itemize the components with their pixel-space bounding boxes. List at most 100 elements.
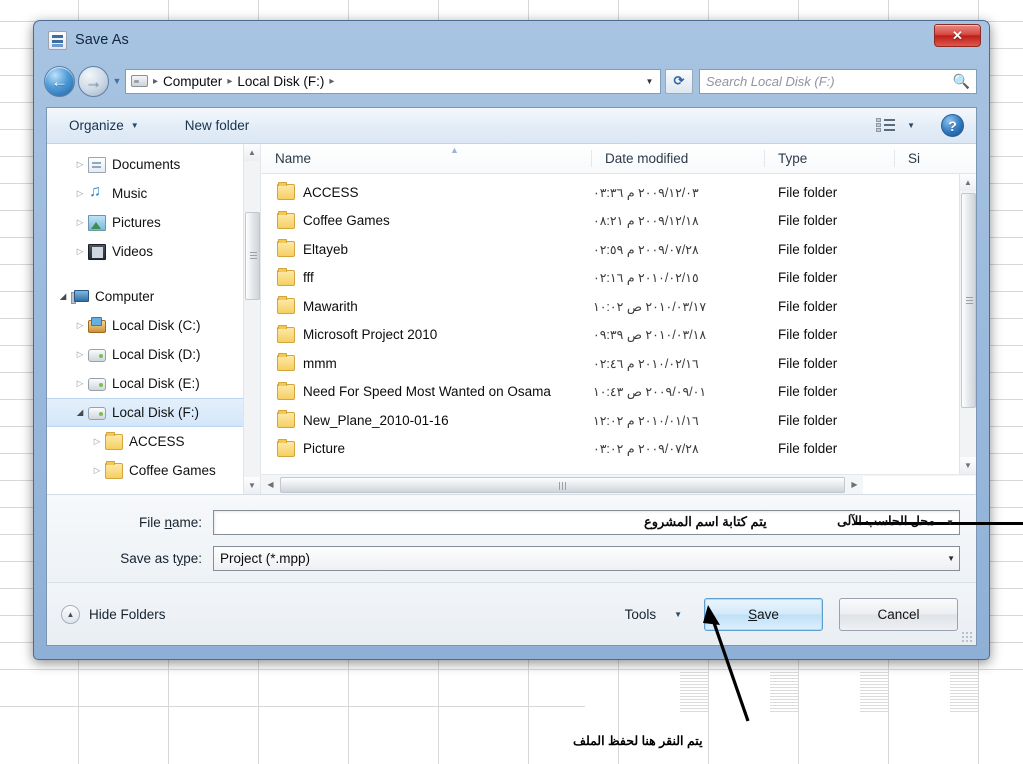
twisty-expanded-icon[interactable]: ◢ (72, 407, 88, 418)
search-input[interactable]: Search Local Disk (F:) 🔍 (699, 68, 977, 94)
file-name-annotation: يتم كتابة اسم المشروع (644, 513, 767, 529)
help-icon[interactable]: ? (941, 114, 964, 137)
column-header-size[interactable]: Si (894, 144, 976, 173)
file-list-row[interactable]: Mawarith ٢٠١٠/٠٣/١٧ ص ١٠:٠٢ File folder (261, 292, 976, 321)
twisty-collapsed-icon[interactable]: ▷ (89, 465, 105, 476)
tools-button[interactable]: Tools ▼ (619, 603, 688, 626)
tree-item-label: Music (112, 186, 148, 201)
file-list-scrollbar[interactable]: ▲ ▼ (959, 174, 976, 474)
hide-folders-button[interactable]: ▲ Hide Folders (61, 604, 166, 624)
dialog-content-panel: Organize ▼ New folder ▼ ? ▷ Documents ▷ … (46, 107, 1023, 646)
search-icon[interactable]: 🔍 (953, 73, 970, 90)
twisty-collapsed-icon[interactable]: ▷ (72, 349, 88, 360)
back-arrow-icon[interactable]: ← (44, 65, 75, 97)
address-bar[interactable]: ▸ Computer ▸ Local Disk (F:) ▸ ▼ (125, 68, 661, 94)
file-list-row[interactable]: Coffee Games ٢٠٠٩/١٢/١٨ م ٠٨:٢١ File folde… (261, 207, 976, 236)
chevron-down-icon[interactable]: ▼ (946, 511, 954, 534)
tree-item-label: Videos (112, 244, 154, 259)
scroll-thumb[interactable] (961, 193, 976, 408)
save-label-post: ave (757, 606, 779, 622)
chevron-down-icon[interactable]: ▼ (109, 76, 125, 86)
tree-item-videos[interactable]: ▷ Videos (47, 237, 260, 266)
forward-arrow-icon[interactable]: → (78, 65, 109, 97)
column-header-type[interactable]: Type (764, 144, 894, 173)
file-list-row[interactable]: New_Plane_2010-01-16 ٢٠١٠/٠١/١٦ م ١٢:٠٢ Fi… (261, 406, 976, 435)
twisty-expanded-icon[interactable]: ◢ (55, 291, 71, 302)
nav-pane-scrollbar[interactable]: ▲ ▼ (243, 144, 260, 494)
scroll-thumb[interactable] (245, 212, 260, 300)
file-list-row[interactable]: Need For Speed Most Wanted on Osama ٢٠٠٩/… (261, 378, 976, 407)
tree-item-pictures[interactable]: ▷ Pictures (47, 208, 260, 237)
scroll-down-arrow[interactable]: ▼ (244, 477, 260, 494)
column-header-name[interactable]: Name (261, 144, 591, 173)
background-hatch-column (860, 672, 888, 712)
tree-item-computer[interactable]: ◢ Computer (47, 282, 260, 311)
tree-item-label: Computer (95, 289, 155, 304)
file-list-row[interactable]: Eltayeb ٢٠٠٩/٠٧/٢٨ م ٠٢:٥٩ File folder (261, 235, 976, 264)
file-row-date-modified: ٢٠١٠/٠٢/١٦ م ٠٢:٤٦ (593, 356, 699, 371)
twisty-collapsed-icon[interactable]: ▷ (72, 217, 88, 228)
folder-icon (277, 381, 295, 400)
file-row-date-modified: ٢٠١٠/٠٣/١٨ ص ٠٩:٣٩ (593, 328, 707, 343)
file-row-date-modified: ٢٠٠٩/٠٧/٢٨ م ٠٢:٥٩ (593, 242, 699, 257)
file-list-row[interactable]: mmm ٢٠١٠/٠٢/١٦ م ٠٢:٤٦ File folder (261, 349, 976, 378)
scroll-thumb-horizontal[interactable] (280, 476, 845, 493)
folder-tree: ▷ Documents ▷ Music ▷ Pictures ▷ Videos ◢ Compute… (47, 144, 260, 485)
tree-item-coffee-games[interactable]: ▷ Coffee Games (47, 456, 260, 485)
file-list-row[interactable]: fff ٢٠١٠/٠٢/١٥ م ٠٢:١٦ File folder (261, 264, 976, 293)
new-folder-button[interactable]: New folder (175, 114, 260, 137)
tree-item-local-disk-e[interactable]: ▷ Local Disk (E:) (47, 369, 260, 398)
file-list-hscrollbar[interactable]: ◀ ▶ (261, 474, 976, 494)
breadcrumb-separator: ▸ (227, 75, 233, 87)
tree-item-label: Local Disk (C:) (112, 318, 201, 333)
chevron-down-icon[interactable]: ▼ (641, 71, 658, 92)
file-list-row[interactable]: Microsoft Project 2010 ٢٠١٠/٠٣/١٨ ص ٠٩:٣٩… (261, 321, 976, 350)
twisty-collapsed-icon[interactable]: ▷ (72, 188, 88, 199)
cancel-button[interactable]: Cancel (839, 597, 958, 631)
twisty-collapsed-icon[interactable]: ▷ (72, 159, 88, 170)
file-list-row[interactable]: Picture ٢٠٠٩/٠٧/٢٨ م ٠٣:٠٢ File folder (261, 435, 976, 464)
twisty-collapsed-icon[interactable]: ▷ (72, 320, 88, 331)
column-header-date-modified[interactable]: Date modified (591, 144, 764, 173)
refresh-icon[interactable]: ⟳ (665, 68, 693, 94)
save-as-type-label: Save as type: (63, 551, 213, 566)
scroll-up-arrow[interactable]: ▲ (960, 174, 976, 191)
file-row-date-modified: ٢٠١٠/٠١/١٦ م ١٢:٠٢ (593, 413, 699, 428)
scroll-right-arrow[interactable]: ▶ (846, 476, 863, 494)
file-row-type: File folder (778, 441, 838, 457)
folder-icon (277, 410, 295, 429)
tree-item-music[interactable]: ▷ Music (47, 179, 260, 208)
collapse-icon: ▲ (61, 604, 80, 624)
scroll-left-arrow[interactable]: ◀ (262, 476, 279, 494)
tree-item-local-disk-f[interactable]: ◢ Local Disk (F:) (47, 398, 260, 427)
scroll-up-arrow[interactable]: ▲ (244, 144, 260, 161)
main-split: ▷ Documents ▷ Music ▷ Pictures ▷ Videos ◢ Compute… (47, 144, 976, 495)
scroll-down-arrow[interactable]: ▼ (960, 457, 976, 474)
folder-icon (277, 182, 295, 201)
breadcrumb-computer[interactable]: Computer (160, 74, 225, 89)
title-bar[interactable]: Save As ✕ (38, 21, 985, 59)
forward-glyph: → (85, 71, 102, 91)
tree-item-access[interactable]: ▷ ACCESS (47, 427, 260, 456)
twisty-collapsed-icon[interactable]: ▷ (89, 436, 105, 447)
change-view-button[interactable]: ▼ (872, 115, 919, 136)
breadcrumb-local-disk-f[interactable]: Local Disk (F:) (234, 74, 327, 89)
file-list-row[interactable]: ACCESS ٢٠٠٩/١٢/٠٣ م ٠٣:٣٦ File folder (261, 178, 976, 207)
file-row-name-cell: Picture (261, 438, 591, 457)
file-row-name: Need For Speed Most Wanted on Osama (303, 384, 551, 400)
twisty-collapsed-icon[interactable]: ▷ (72, 246, 88, 257)
file-row-name: mmm (303, 355, 337, 371)
save-button[interactable]: Save (704, 597, 823, 631)
save-as-type-select[interactable]: Project (*.mpp) ▼ (213, 545, 960, 571)
tree-item-local-disk-c[interactable]: ▷ Local Disk (C:) (47, 311, 260, 340)
tree-item-local-disk-d[interactable]: ▷ Local Disk (D:) (47, 340, 260, 369)
file-list-pane: Name Date modified Type Si ▲ ACCESS ٢٠٠٩/… (261, 144, 976, 494)
tree-item-documents[interactable]: ▷ Documents (47, 150, 260, 179)
twisty-collapsed-icon[interactable]: ▷ (72, 378, 88, 389)
close-icon[interactable]: ✕ (934, 24, 981, 47)
save-label-accel: S (748, 606, 758, 622)
resize-grip[interactable] (961, 631, 973, 643)
file-name-input[interactable]: يتم كتابة اسم المشروع محل الحاسب الآلى ▼ (213, 509, 1023, 535)
organize-button[interactable]: Organize ▼ (61, 114, 147, 137)
tree-item-label: Local Disk (D:) (112, 347, 201, 362)
